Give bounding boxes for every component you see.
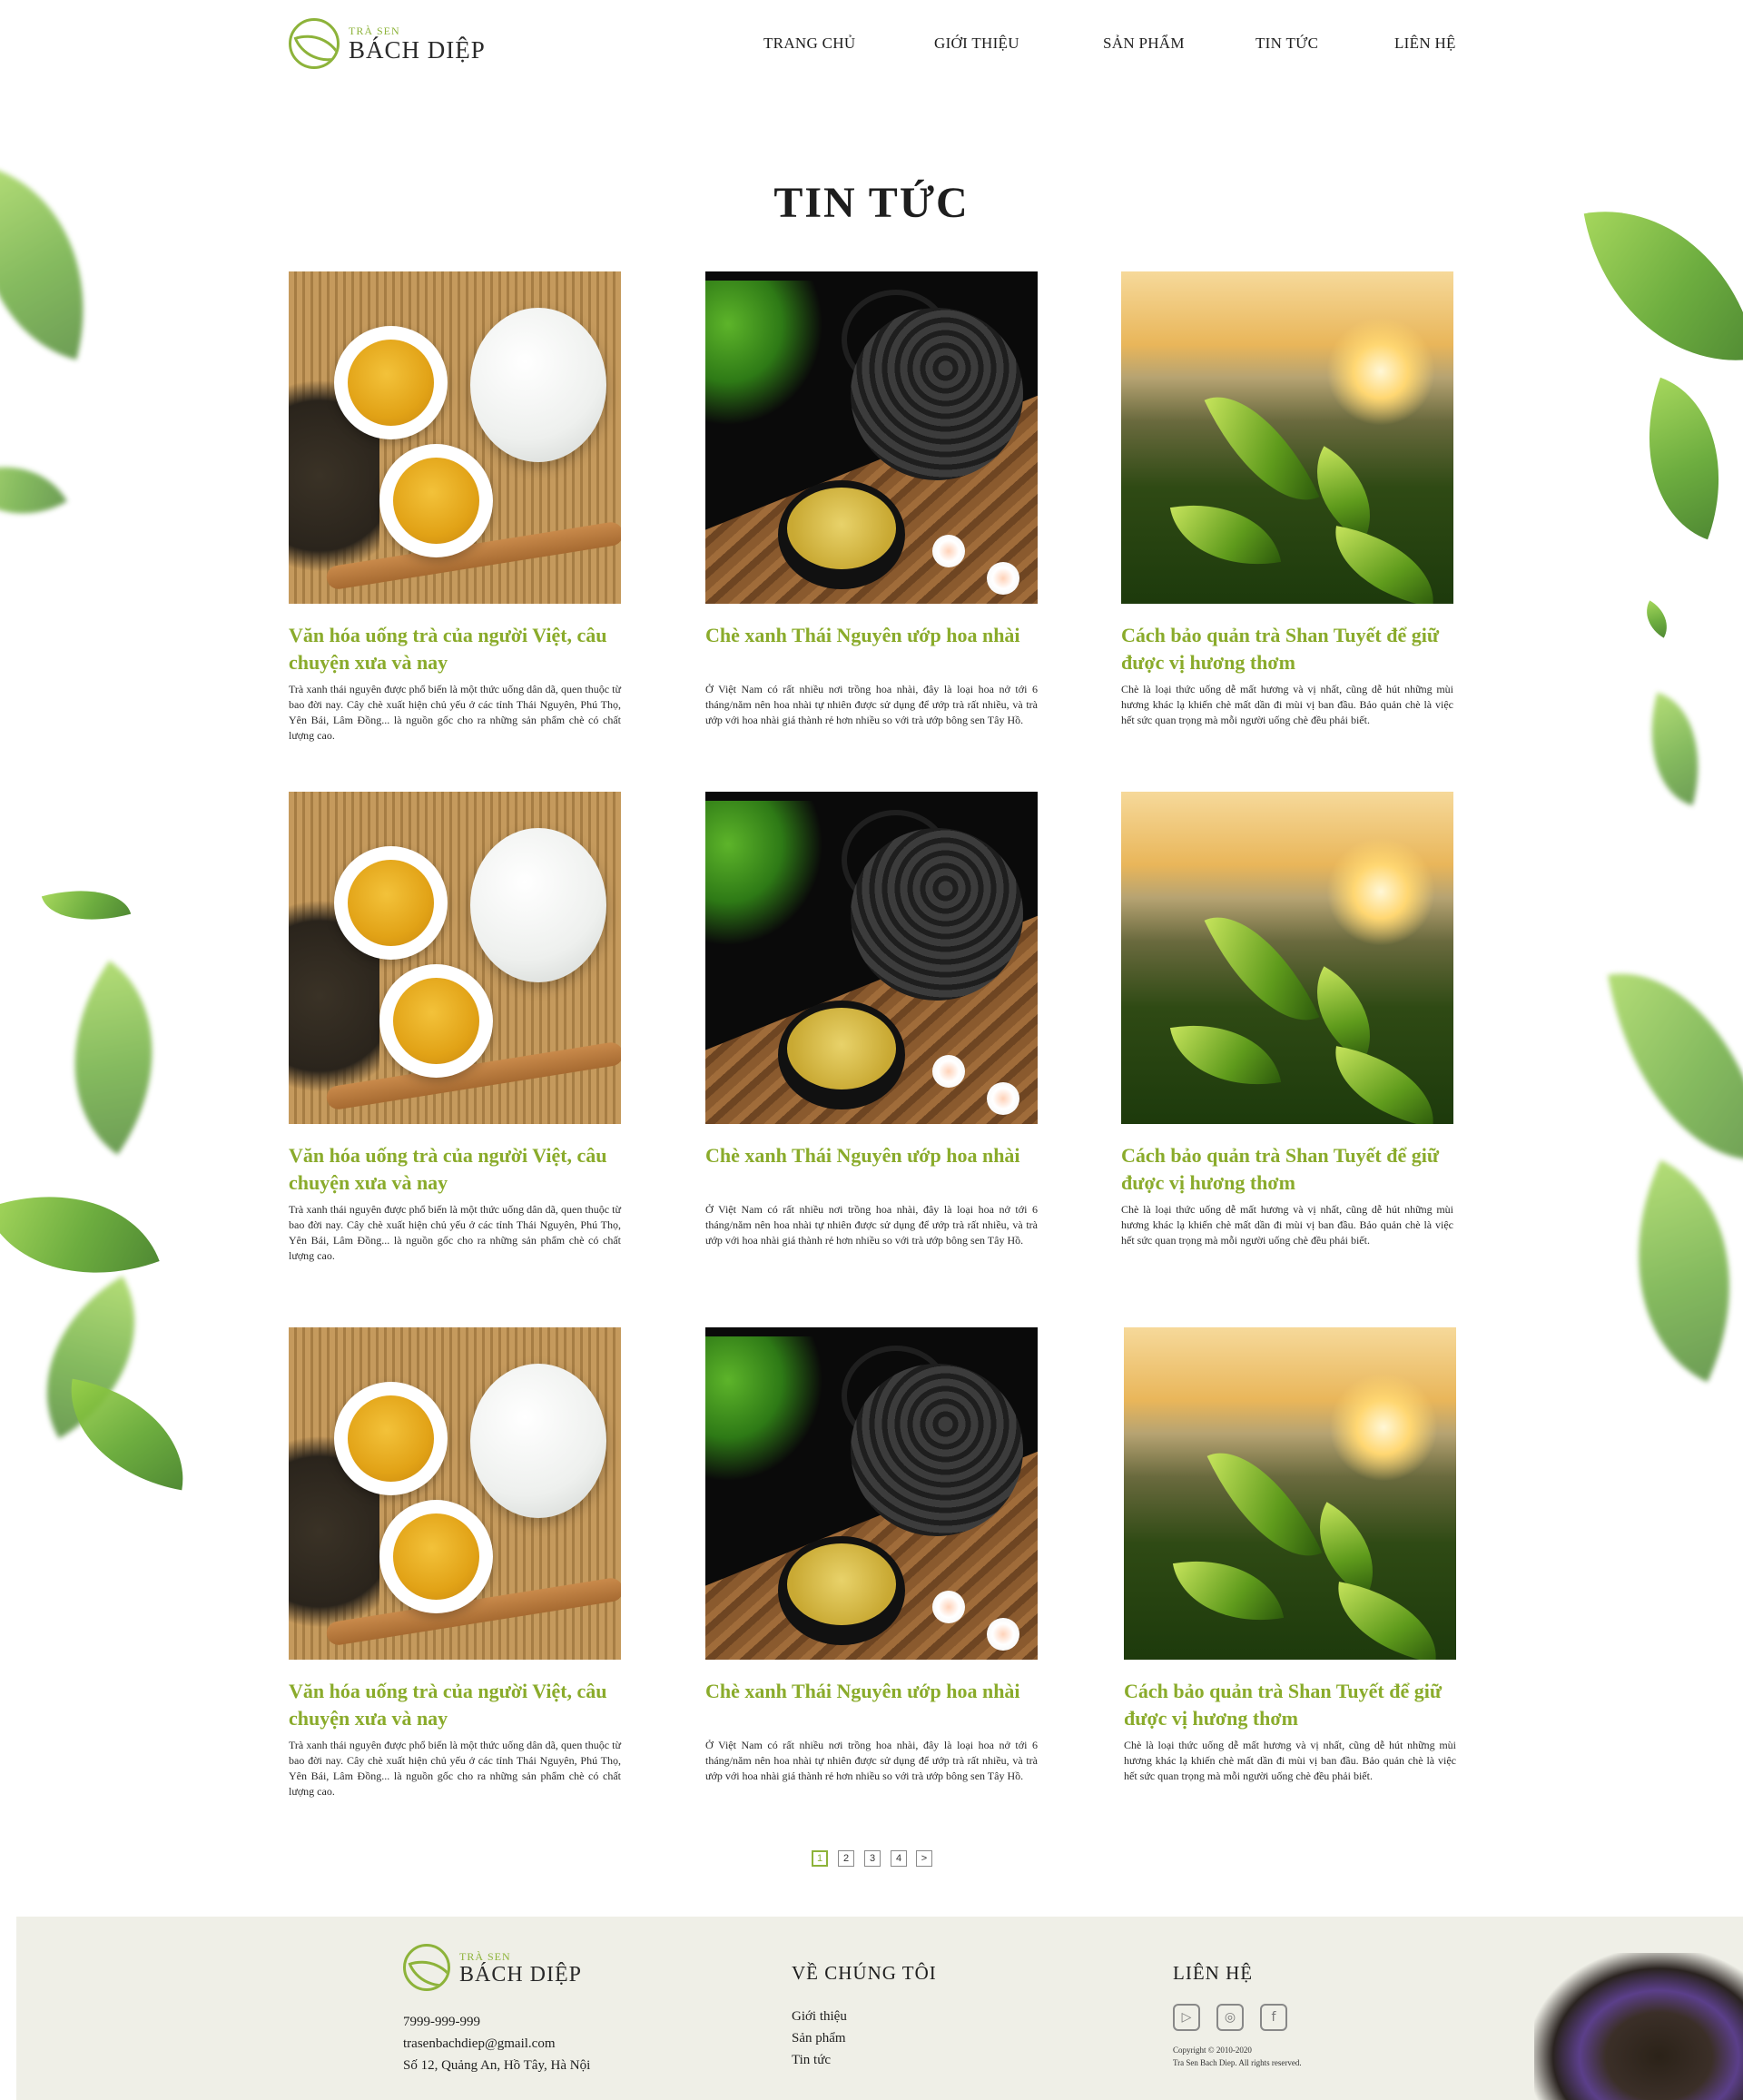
tea-leaf-logo-icon — [403, 1944, 450, 1991]
leaf-decoration — [1583, 1159, 1743, 1383]
footer-link-news[interactable]: Tin tức — [792, 2049, 847, 2071]
news-card-title[interactable]: Cách bảo quản trà Shan Tuyết để giữ được… — [1124, 1678, 1456, 1732]
page-button-2[interactable]: 2 — [838, 1850, 854, 1867]
copyright-line: Copyright © 2010-2020 — [1173, 2046, 1252, 2055]
tea-field-photo[interactable] — [1121, 271, 1453, 604]
footer-brand-small-text: TRÀ SEN — [459, 1949, 511, 1963]
news-card-excerpt: Trà xanh thái nguyên được phổ biến là mộ… — [289, 1203, 621, 1262]
instagram-icon[interactable]: ◎ — [1216, 2004, 1244, 2031]
nav-item-contact[interactable]: LIÊN HỆ — [1394, 35, 1456, 53]
black-teapot-photo[interactable] — [705, 792, 1038, 1124]
news-card-title[interactable]: Chè xanh Thái Nguyên ướp hoa nhài — [705, 1142, 1038, 1169]
footer-brand-logo[interactable]: TRÀ SEN BÁCH DIỆP — [403, 1944, 582, 1991]
news-card[interactable]: Chè xanh Thái Nguyên ướp hoa nhài Ở Việt… — [705, 271, 1038, 728]
footer-email: trasenbachdiep@gmail.com — [403, 2036, 556, 2051]
copyright: Copyright © 2010-2020 Tra Sen Bach Diep.… — [1173, 2044, 1302, 2069]
news-card-title[interactable]: Văn hóa uống trà của người Việt, câu chu… — [289, 622, 621, 676]
tea-set-photo[interactable] — [289, 271, 621, 604]
news-card-title[interactable]: Chè xanh Thái Nguyên ướp hoa nhài — [705, 1678, 1038, 1705]
news-card[interactable]: Chè xanh Thái Nguyên ướp hoa nhài Ở Việt… — [705, 1327, 1038, 1784]
leaf-decoration — [1613, 377, 1743, 540]
news-card-excerpt: Ở Việt Nam có rất nhiều nơi trồng hoa nh… — [705, 1739, 1038, 1782]
news-card-excerpt: Ở Việt Nam có rất nhiều nơi trồng hoa nh… — [705, 683, 1038, 726]
news-card[interactable]: Cách bảo quản trà Shan Tuyết để giữ được… — [1124, 1327, 1456, 1784]
leaf-decoration — [21, 961, 206, 1155]
nav-item-home[interactable]: TRANG CHỦ — [763, 35, 855, 53]
news-card-title[interactable]: Cách bảo quản trà Shan Tuyết để giữ được… — [1121, 1142, 1453, 1197]
black-teapot-photo[interactable] — [705, 271, 1038, 604]
page-button-1[interactable]: 1 — [812, 1850, 828, 1867]
leaf-decoration — [56, 1378, 198, 1491]
news-card[interactable]: Cách bảo quản trà Shan Tuyết để giữ được… — [1121, 271, 1453, 728]
contact-info: 7999-999-999 trasenbachdiep@gmail.com Số… — [403, 2011, 590, 2076]
news-card-excerpt: Trà xanh thái nguyên được phổ biến là mộ… — [289, 683, 621, 742]
footer-address: Số 12, Quảng An, Hồ Tây, Hà Nội — [403, 2058, 591, 2073]
nav-item-about[interactable]: GIỚI THIỆU — [934, 35, 1019, 53]
youtube-icon[interactable]: ▷ — [1173, 2004, 1200, 2031]
tea-set-photo[interactable] — [289, 792, 621, 1124]
rights-line: Tra Sen Bach Diep. All rights reserved. — [1173, 2058, 1302, 2067]
footer-link-about[interactable]: Giới thiệu — [792, 2006, 847, 2027]
social-links: ▷ ◎ f — [1173, 2004, 1287, 2031]
page-button-4[interactable]: 4 — [891, 1850, 907, 1867]
about-heading: VỀ CHÚNG TÔI — [792, 1962, 937, 1984]
footer-link-products[interactable]: Sản phẩm — [792, 2027, 847, 2049]
news-card-title[interactable]: Văn hóa uống trà của người Việt, câu chu… — [289, 1678, 621, 1732]
leaf-decoration — [0, 438, 67, 543]
brand-name: BÁCH DIỆP — [349, 36, 486, 64]
news-card-title[interactable]: Chè xanh Thái Nguyên ướp hoa nhài — [705, 622, 1038, 649]
about-links: Giới thiệu Sản phẩm Tin tức — [792, 2006, 847, 2071]
news-card-excerpt: Ở Việt Nam có rất nhiều nơi trồng hoa nh… — [705, 1203, 1038, 1247]
leaf-decoration — [0, 1158, 160, 1311]
nav-item-news[interactable]: TIN TỨC — [1256, 35, 1318, 53]
site-header: TRÀ SEN BÁCH DIỆP TRANG CHỦ GIỚI THIỆU S… — [0, 0, 1743, 91]
tea-leaf-logo-icon — [289, 18, 340, 69]
leaf-decoration — [41, 875, 132, 935]
tea-field-photo[interactable] — [1124, 1327, 1456, 1660]
news-card[interactable]: Chè xanh Thái Nguyên ướp hoa nhài Ở Việt… — [705, 792, 1038, 1248]
leaf-decoration — [1630, 692, 1719, 806]
news-card-excerpt: Chè là loại thức uống dễ mất hương và vị… — [1121, 1203, 1453, 1247]
news-card[interactable]: Văn hóa uống trà của người Việt, câu chu… — [289, 271, 621, 744]
news-card[interactable]: Văn hóa uống trà của người Việt, câu chu… — [289, 1327, 621, 1799]
news-card-excerpt: Trà xanh thái nguyên được phổ biến là mộ… — [289, 1739, 621, 1798]
footer-phone: 7999-999-999 — [403, 2015, 480, 2029]
news-card-title[interactable]: Cách bảo quản trà Shan Tuyết để giữ được… — [1121, 622, 1453, 676]
site-footer: TRÀ SEN BÁCH DIỆP 7999-999-999 trasenbac… — [16, 1917, 1743, 2100]
footer-brand-name: BÁCH DIỆP — [459, 1962, 583, 1987]
news-card-excerpt: Chè là loại thức uống dễ mất hương và vị… — [1121, 683, 1453, 726]
page-title: TIN TỨC — [773, 179, 970, 227]
leaf-decoration — [1637, 600, 1677, 638]
brand-logo[interactable]: TRÀ SEN BÁCH DIỆP — [289, 18, 486, 69]
tea-field-photo[interactable] — [1121, 792, 1453, 1124]
leaf-decoration — [1608, 952, 1743, 1181]
news-card[interactable]: Văn hóa uống trà của người Việt, câu chu… — [289, 792, 621, 1264]
dried-herbs-image — [1534, 1953, 1743, 2100]
tea-set-photo[interactable] — [289, 1327, 621, 1660]
news-card-excerpt: Chè là loại thức uống dễ mất hương và vị… — [1124, 1739, 1456, 1782]
news-card-title[interactable]: Văn hóa uống trà của người Việt, câu chu… — [289, 1142, 621, 1197]
black-teapot-photo[interactable] — [705, 1327, 1038, 1660]
page-button-3[interactable]: 3 — [864, 1850, 881, 1867]
facebook-icon[interactable]: f — [1260, 2004, 1287, 2031]
next-page-button[interactable]: > — [916, 1850, 932, 1867]
news-card[interactable]: Cách bảo quản trà Shan Tuyết để giữ được… — [1121, 792, 1453, 1248]
contact-heading: LIÊN HỆ — [1173, 1962, 1254, 1984]
nav-item-products[interactable]: SẢN PHẨM — [1103, 35, 1185, 53]
